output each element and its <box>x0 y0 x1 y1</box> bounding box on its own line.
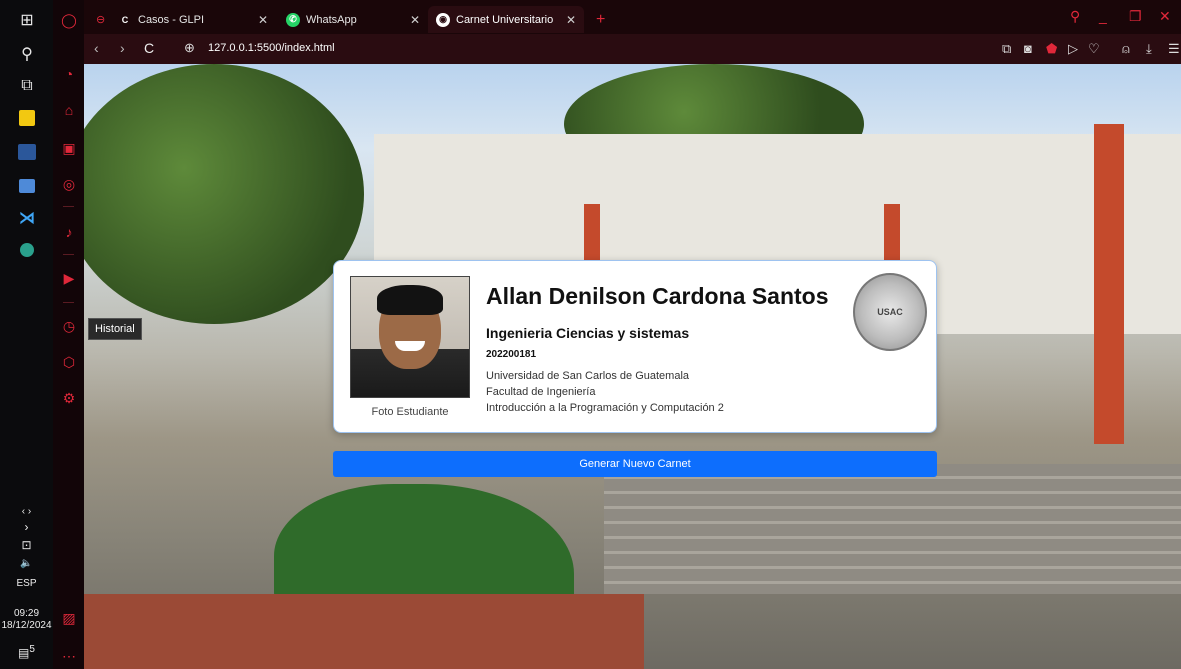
history-tooltip: Historial <box>88 318 142 340</box>
tab-title: Carnet Universitario <box>456 13 554 26</box>
tab-bar: ⊖ C Casos - GLPI ✕ ✆ WhatsApp ✕ ◉ Carnet… <box>84 0 1181 34</box>
close-tab-icon[interactable]: ✕ <box>566 13 576 27</box>
student-card: Foto Estudiante Allan Denilson Cardona S… <box>333 260 937 433</box>
university-name: Universidad de San Carlos de Guatemala <box>486 370 690 382</box>
restore-button[interactable]: ❐ <box>1129 8 1142 25</box>
cube-icon[interactable]: ⬡ <box>59 352 79 372</box>
generate-carnet-button[interactable]: Generar Nuevo Carnet <box>333 451 937 477</box>
opera-logo-icon[interactable]: ◯ <box>59 10 79 30</box>
back-button[interactable]: ‹ <box>94 40 99 56</box>
faculty-name: Facultad de Ingeniería <box>486 386 596 398</box>
student-name: Allan Denilson Cardona Santos <box>486 283 829 309</box>
close-tab-icon[interactable]: ✕ <box>258 13 268 27</box>
course-name: Introducción a la Programación y Computa… <box>486 402 724 414</box>
send-icon[interactable]: ▷ <box>1068 41 1078 57</box>
forward-button[interactable]: › <box>120 40 125 56</box>
language-indicator[interactable]: ESP <box>0 578 53 589</box>
app-icon[interactable] <box>10 236 44 264</box>
whatsapp-icon: ✆ <box>286 12 300 27</box>
close-window-button[interactable]: ✕ <box>1159 8 1171 25</box>
windows-taskbar: ⊞ ⚲ ⧉ ⋊ ‹ › › ⊡ 🔈 ESP 09:29 18/12/2024 ▤… <box>0 0 53 669</box>
history-icon[interactable]: ◷ <box>59 316 79 336</box>
speed-dial-icon[interactable]: ◔ <box>59 64 79 84</box>
adblock-icon[interactable]: ⬟ <box>1046 41 1057 57</box>
student-photo <box>350 276 470 398</box>
globe-icon: ◉ <box>436 12 450 27</box>
player-icon[interactable]: ▶ <box>59 268 79 288</box>
sidebar-divider <box>63 254 74 255</box>
close-tab-icon[interactable]: ✕ <box>410 13 420 27</box>
reload-button[interactable]: C <box>144 40 154 56</box>
images-icon[interactable]: ▨ <box>59 608 79 628</box>
minimize-button[interactable]: _ <box>1099 8 1107 24</box>
tab-glpi[interactable]: C Casos - GLPI ✕ <box>110 6 276 33</box>
photo-caption: Foto Estudiante <box>371 406 449 418</box>
clock-date[interactable]: 18/12/2024 <box>0 620 53 631</box>
browser-sidebar: ◯ ◔ ⌂ ▣ ◎ ♪ ▶ ◷ ⬡ ⚙ ▨ ⋯ <box>53 0 84 669</box>
task-view-icon[interactable]: ⧉ <box>10 72 44 100</box>
settings-icon[interactable]: ⚙ <box>59 388 79 408</box>
glpi-icon: C <box>121 14 129 25</box>
sidebar-divider <box>63 302 74 303</box>
tree <box>84 64 364 324</box>
search-icon[interactable]: ⚲ <box>10 40 44 68</box>
word-icon[interactable] <box>10 138 44 166</box>
tab-menu-icon[interactable]: ⊖ <box>88 6 108 33</box>
site-info-icon[interactable]: ⊕ <box>184 40 195 56</box>
vscode-icon[interactable]: ⋊ <box>10 204 44 232</box>
url-field[interactable]: 127.0.0.1:5500/index.html <box>208 42 335 54</box>
student-career: Ingenieria Ciencias y sistemas <box>486 325 690 341</box>
clock-time[interactable]: 09:29 <box>0 608 53 619</box>
tab-whatsapp[interactable]: ✆ WhatsApp ✕ <box>278 6 428 33</box>
more-icon[interactable]: ⋯ <box>59 646 79 666</box>
tray-scroll-arrows[interactable]: ‹ › <box>0 506 53 517</box>
tab-carnet[interactable]: ◉ Carnet Universitario ✕ <box>428 6 584 33</box>
brick-wall <box>84 594 644 669</box>
volume-icon[interactable]: 🔈 <box>0 558 53 569</box>
notification-count: 5 <box>29 644 35 655</box>
new-tab-button[interactable]: + <box>588 6 613 33</box>
easy-setup-icon[interactable]: ☰ <box>1168 41 1180 57</box>
windows-start-icon[interactable]: ⊞ <box>10 6 44 34</box>
university-seal-icon: USAC <box>853 273 927 351</box>
chevron-right-icon[interactable]: › <box>0 520 53 534</box>
stairs <box>604 464 1181 594</box>
snapshot-icon[interactable]: ⧉ <box>1002 41 1011 57</box>
sidebar-divider <box>63 206 74 207</box>
remote-desktop-icon[interactable] <box>10 172 44 200</box>
twitch-icon[interactable]: ▣ <box>59 138 79 158</box>
tab-title: WhatsApp <box>306 13 357 26</box>
column <box>1094 124 1124 444</box>
download-icon[interactable]: ⤓ <box>1146 41 1152 57</box>
search-tabs-icon[interactable]: ⚲ <box>1070 8 1080 25</box>
instagram-icon[interactable]: ◎ <box>59 174 79 194</box>
network-icon[interactable]: ⊡ <box>0 538 53 552</box>
address-bar: ‹ › C ⊕ 127.0.0.1:5500/index.html ⧉ ◙ ⬟ … <box>84 34 1181 64</box>
heart-icon[interactable]: ♡ <box>1088 41 1100 57</box>
tab-title: Casos - GLPI <box>138 13 205 26</box>
bag-icon[interactable]: ⌂ <box>59 100 79 120</box>
sticky-notes-icon[interactable] <box>10 104 44 132</box>
account-icon[interactable]: ⍝ <box>1122 41 1130 57</box>
notifications-icon[interactable]: ▤5 <box>0 644 53 660</box>
student-carnet: 202200181 <box>486 349 537 360</box>
camera-icon[interactable]: ◙ <box>1024 41 1032 56</box>
tiktok-icon[interactable]: ♪ <box>59 222 79 242</box>
